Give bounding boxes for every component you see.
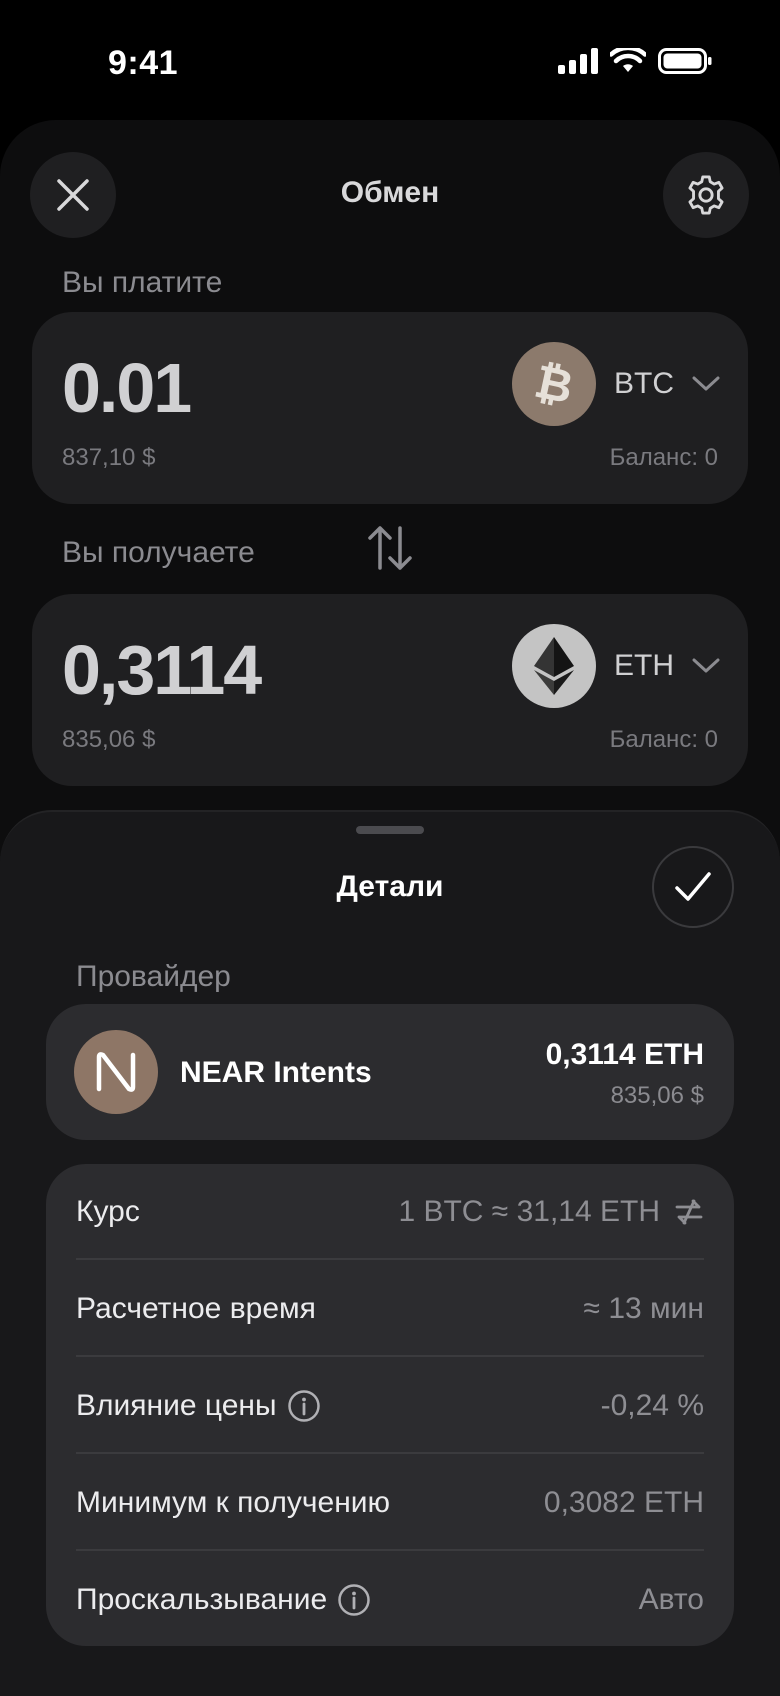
estimated-time-value: ≈ 13 мин: [583, 1292, 704, 1325]
chevron-down-icon: [692, 658, 720, 673]
rate-value-wrap: 1 BTC ≈ 31,14 ETH: [398, 1195, 704, 1229]
chevron-down-icon: [692, 376, 720, 391]
receive-token-symbol: ETH: [614, 649, 674, 682]
slippage-label: Проскальзывание: [76, 1583, 328, 1616]
receive-label: Вы получаете: [62, 536, 255, 569]
gear-icon: [688, 175, 724, 215]
bitcoin-icon: ₿: [512, 342, 596, 426]
slippage-label-wrap: Проскальзывание: [76, 1583, 371, 1617]
pay-card: 0.01 ₿ BTC 837,10 $ Баланс: 0: [32, 312, 748, 504]
minimum-received-value: 0,3082 ETH: [543, 1486, 704, 1519]
swap-direction-button[interactable]: [362, 520, 418, 576]
swap-info-card: Курс 1 BTC ≈ 31,14 ETH Расчетное время ≈…: [46, 1164, 734, 1646]
receive-amount: 0,3114: [62, 631, 262, 709]
rate-label: Курс: [76, 1195, 140, 1228]
receive-balance: Баланс: 0: [609, 726, 718, 753]
slippage-row[interactable]: Проскальзывание Авто: [76, 1552, 704, 1648]
receive-token-selector[interactable]: ETH: [512, 624, 720, 708]
price-impact-row: Влияние цены -0,24 %: [76, 1358, 704, 1454]
pay-fiat-value: 837,10 $: [62, 444, 156, 471]
provider-name: NEAR Intents: [180, 1056, 372, 1089]
sheet-grabber[interactable]: [356, 826, 424, 834]
provider-label: Провайдер: [76, 960, 231, 993]
wifi-icon: [610, 48, 646, 72]
pay-token-symbol: BTC: [614, 367, 674, 400]
minimum-received-label: Минимум к получению: [76, 1486, 391, 1519]
price-impact-label-wrap: Влияние цены: [76, 1389, 321, 1423]
slippage-value[interactable]: Авто: [639, 1583, 704, 1617]
receive-card: 0,3114 ETH 835,06 $ Баланс: 0: [32, 594, 748, 786]
checkmark-icon: [675, 872, 711, 901]
minimum-received-row: Минимум к получению 0,3082 ETH: [76, 1455, 704, 1551]
info-icon[interactable]: [287, 1389, 321, 1423]
estimated-time-row: Расчетное время ≈ 13 мин: [76, 1261, 704, 1357]
ethereum-icon: [512, 624, 596, 708]
battery-icon: [658, 48, 712, 74]
info-icon[interactable]: [337, 1583, 371, 1617]
pay-token-selector[interactable]: ₿ BTC: [512, 342, 720, 426]
svg-text:₿: ₿: [530, 354, 578, 415]
invert-rate-icon[interactable]: [674, 1198, 704, 1226]
estimated-time-label: Расчетное время: [76, 1292, 316, 1325]
settings-button[interactable]: [663, 152, 749, 238]
pay-label: Вы платите: [62, 266, 223, 299]
receive-fiat-value: 835,06 $: [62, 726, 156, 753]
provider-fiat-value: 835,06 $: [610, 1082, 704, 1109]
pay-balance: Баланс: 0: [609, 444, 718, 471]
swap-arrows-icon: [368, 526, 412, 570]
cellular-signal-icon: [558, 48, 598, 74]
rate-value: 1 BTC ≈ 31,14 ETH: [398, 1195, 660, 1228]
provider-card[interactable]: NEAR Intents 0,3114 ETH 835,06 $: [46, 1004, 734, 1140]
near-logo-icon: [74, 1030, 158, 1114]
price-impact-value: -0,24 %: [600, 1389, 704, 1422]
provider-amount: 0,3114 ETH: [545, 1038, 704, 1071]
status-icons: [558, 48, 712, 74]
status-time: 9:41: [108, 44, 179, 82]
status-bar: 9:41: [0, 0, 780, 120]
pay-amount-input[interactable]: 0.01: [62, 348, 192, 428]
confirm-button[interactable]: [652, 846, 734, 928]
price-impact-label: Влияние цены: [76, 1389, 277, 1422]
rate-row: Курс 1 BTC ≈ 31,14 ETH: [76, 1164, 704, 1260]
